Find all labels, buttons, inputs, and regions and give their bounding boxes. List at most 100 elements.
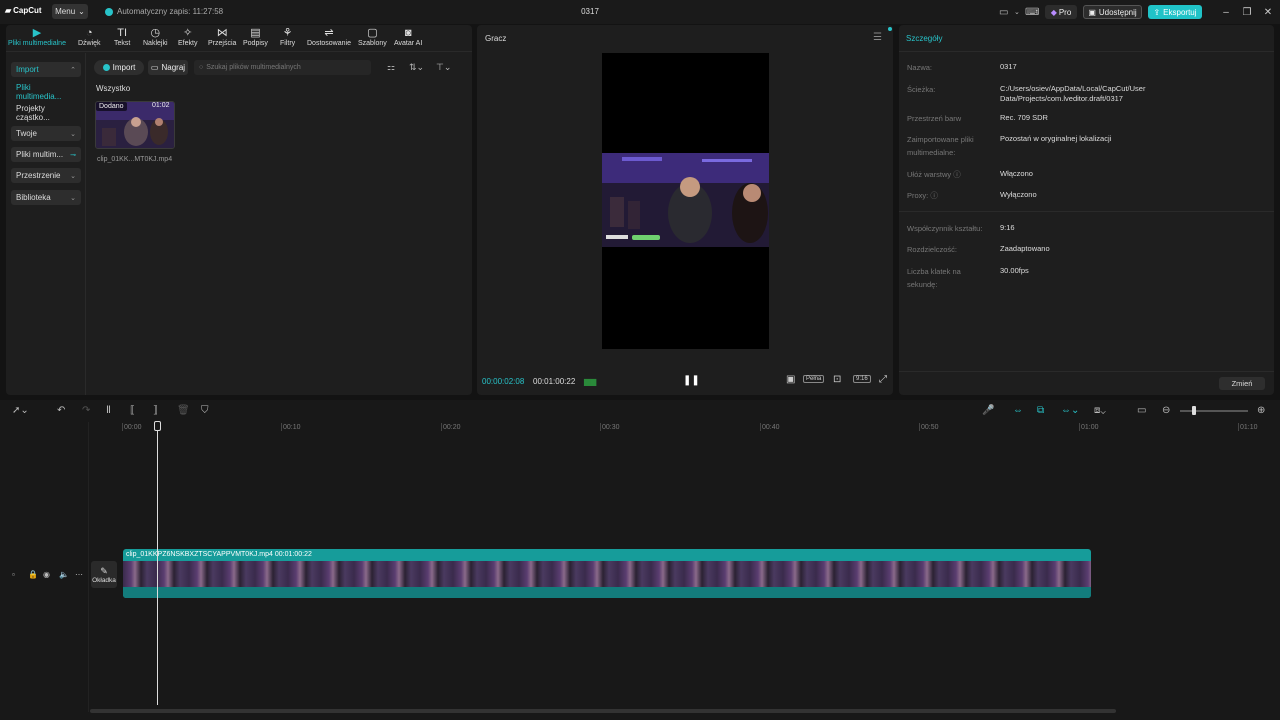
detail-label-path: Ścieżka: xyxy=(907,85,936,94)
playhead[interactable] xyxy=(157,422,158,705)
detail-label-proxy: Proxy: ⓘ xyxy=(907,191,938,200)
toolbar-tabs: ▶ Pliki multimedialne ◔ Dźwięk TI Tekst ◷ Na… xyxy=(6,25,472,52)
ruler-tick xyxy=(1238,423,1239,431)
sidebar-item-import[interactable]: Import ⌃ xyxy=(11,62,81,77)
menu-button[interactable]: Menu ⌄ xyxy=(52,4,88,19)
ruler-label: 00:10 xyxy=(283,424,301,431)
minimize-icon[interactable]: – xyxy=(1219,5,1233,19)
zoom-slider[interactable] xyxy=(1180,410,1248,412)
pause-icon[interactable]: ❚❚ xyxy=(683,375,700,386)
snapshot-icon[interactable]: ⊡ xyxy=(833,374,841,385)
grid-view-icon[interactable]: ⚏ xyxy=(387,62,395,73)
detail-value-layers: Włączono xyxy=(1000,169,1033,178)
microphone-icon[interactable]: 🎤 xyxy=(982,405,994,416)
magnet-icon[interactable]: ⧉ xyxy=(1037,405,1044,416)
horizontal-scrollbar[interactable] xyxy=(90,709,1116,713)
restore-icon[interactable]: ❐ xyxy=(1240,5,1254,19)
details-title: Szczegóły xyxy=(906,34,943,43)
audio-level-icon: ▆▆ xyxy=(584,377,597,386)
tab-stickers[interactable]: ◷ Naklejki xyxy=(143,27,168,48)
filter-icon[interactable]: ⊤⌄ xyxy=(436,62,451,73)
trim-right-icon[interactable]: ⟧ xyxy=(153,405,158,416)
track-toggle-icon[interactable]: ▫ xyxy=(12,570,15,579)
tab-templates[interactable]: ▢ Szablony xyxy=(358,28,387,48)
sticker-icon: ◷ xyxy=(150,27,161,39)
detail-label-resolution: Rozdzielczość: xyxy=(907,245,958,254)
autosave-status: Automatyczny zapis: 11:27:58 xyxy=(105,7,223,16)
more-icon[interactable]: ⋯ xyxy=(75,570,83,579)
tab-audio[interactable]: ◔ Dźwięk xyxy=(78,27,101,48)
media-icon: ▶ xyxy=(32,27,42,39)
share-button[interactable]: ▣ Udostępnij xyxy=(1083,5,1142,19)
added-badge: Dodano xyxy=(96,102,127,111)
eye-icon[interactable]: ◉ xyxy=(43,570,50,579)
split-icon[interactable]: Ⅱ xyxy=(106,405,111,416)
tiktok-icon[interactable]: ▣ xyxy=(786,374,795,385)
pencil-icon: ✎ xyxy=(100,565,108,576)
search-input[interactable]: ○ Szukaj plików multimedialnych xyxy=(194,60,371,75)
preview-axis-icon[interactable]: ⧈⌄ xyxy=(1094,405,1106,416)
project-title: 0317 xyxy=(581,7,599,16)
close-icon[interactable]: ✕ xyxy=(1261,5,1275,19)
ruler-label: 00:40 xyxy=(762,424,780,431)
detail-label-layers: Ułóż warstwy ⓘ xyxy=(907,170,961,179)
tab-transitions[interactable]: ⋈ Przejścia xyxy=(208,28,236,48)
change-button[interactable]: Zmień xyxy=(1219,377,1265,390)
clip-filmstrip xyxy=(123,561,1091,587)
caption-icon[interactable]: ▭ xyxy=(1137,405,1146,416)
zoom-out-icon[interactable]: ⊖ xyxy=(1162,405,1170,416)
delete-icon[interactable]: 🗑 xyxy=(177,405,190,416)
video-clip-track[interactable]: clip_01KKPZ6NSKBXZTSCYAPPVMT0KJ.mp4 00:0… xyxy=(123,549,1091,598)
sidebar-item-particle-projects[interactable]: Projekty cząstko... xyxy=(11,104,81,122)
clip-track-label: clip_01KKPZ6NSKBXZTSCYAPPVMT0KJ.mp4 00:0… xyxy=(126,551,312,558)
detail-label-name: Nazwa: xyxy=(907,63,933,72)
fullscreen-icon[interactable]: ⤢ xyxy=(879,374,887,385)
layout-icon[interactable]: ▭ xyxy=(999,5,1008,19)
track-header-divider xyxy=(88,422,89,712)
pro-button[interactable]: ◆ Pro xyxy=(1045,5,1077,19)
captions-icon: ▤ xyxy=(250,27,261,39)
keyboard-icon[interactable]: ⌨ xyxy=(1025,5,1039,19)
tab-adjust[interactable]: ⇌ Dostosowanie xyxy=(307,28,351,48)
sidebar-item-media-files2[interactable]: Pliki multim... ⊸ xyxy=(11,147,81,162)
link-main-track-icon[interactable]: ⇔ xyxy=(1013,405,1023,416)
camera-icon: ▭ xyxy=(150,63,159,72)
shield-icon[interactable]: ⛉ xyxy=(201,405,209,416)
cover-button[interactable]: ✎ Okładka xyxy=(91,561,117,588)
import-button[interactable]: Import xyxy=(94,60,144,75)
tab-captions[interactable]: ▤ Podpisy xyxy=(243,27,268,48)
tab-effects[interactable]: ✧ Efekty xyxy=(178,28,197,48)
select-cursor-icon[interactable]: ➚⌄ xyxy=(12,405,29,416)
lock-icon[interactable]: 🔒 xyxy=(28,570,38,579)
ruler-label: 00:30 xyxy=(602,424,620,431)
export-icon: ⇪ xyxy=(1153,7,1161,17)
chevron-down-icon[interactable]: ⌄ xyxy=(1014,5,1020,19)
hamburger-menu-icon[interactable]: ☰ xyxy=(873,32,882,43)
quality-button[interactable]: Pełna xyxy=(803,375,825,383)
zoom-slider-handle[interactable] xyxy=(1192,406,1196,415)
speaker-icon[interactable]: 🔈 xyxy=(59,570,69,579)
sidebar-item-library[interactable]: Biblioteka ⌄ xyxy=(11,190,81,205)
playhead-handle[interactable] xyxy=(154,421,161,431)
tab-avatar-ai[interactable]: ◙ Avatar AI xyxy=(394,28,422,48)
aspect-ratio-button[interactable]: 9:16 xyxy=(853,375,871,383)
tab-text[interactable]: TI Tekst xyxy=(114,28,130,48)
redo-icon[interactable]: ↷ xyxy=(82,405,90,416)
tab-media[interactable]: ▶ Pliki multimedialne xyxy=(8,27,66,48)
ruler-label: 00:20 xyxy=(443,424,461,431)
share-icon: ▣ xyxy=(1088,7,1096,17)
link-icon[interactable]: ⇔⌄ xyxy=(1061,405,1079,416)
clip-duration: 01:02 xyxy=(152,102,170,109)
sidebar-item-yours[interactable]: Twoje ⌄ xyxy=(11,126,81,141)
tab-filters[interactable]: ⚘ Filtry xyxy=(280,28,295,48)
video-preview[interactable] xyxy=(602,53,769,349)
export-button[interactable]: ⇪ Eksportuj xyxy=(1148,5,1202,19)
undo-icon[interactable]: ↶ xyxy=(57,405,65,416)
audio-icon: ◔ xyxy=(85,27,93,39)
trim-left-icon[interactable]: ⟦ xyxy=(130,405,135,416)
sidebar-item-spaces[interactable]: Przestrzenie ⌄ xyxy=(11,168,81,183)
record-button[interactable]: ▭ Nagraj xyxy=(148,60,188,75)
sort-icon[interactable]: ⇅⌄ xyxy=(409,62,424,73)
sidebar-item-media-files[interactable]: Pliki multimedia... xyxy=(11,83,81,101)
zoom-in-icon[interactable]: ⊕ xyxy=(1257,405,1265,416)
